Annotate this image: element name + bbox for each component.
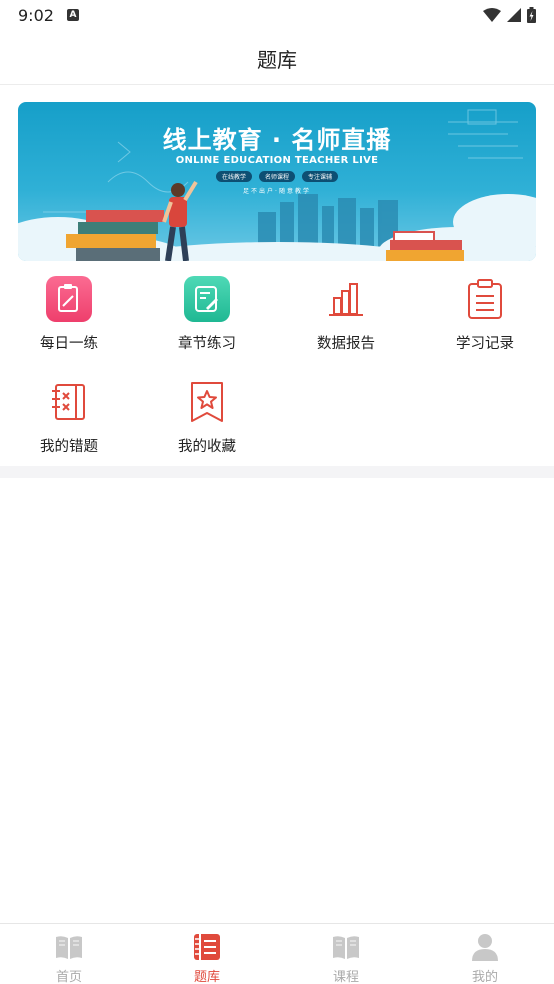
banner-tag: 在线教学	[215, 171, 252, 182]
top-app-bar: 题库	[0, 30, 554, 85]
grid-item-wrong-questions[interactable]: 我的错题	[0, 373, 138, 468]
promo-banner[interactable]: 线上教育 · 名师直播 ONLINE EDUCATION TEACHER LIV…	[18, 102, 536, 261]
grid-item-chapter-practice[interactable]: 章节练习	[138, 270, 276, 365]
tab-label: 题库	[193, 970, 220, 984]
daily-practice-icon	[46, 276, 92, 322]
clipboard-icon	[468, 279, 502, 319]
banner-tags: 在线教学 名师课程 专注课辅	[18, 171, 536, 182]
tab-home[interactable]: 首页	[0, 924, 138, 984]
bookmark-star-icon	[191, 382, 223, 422]
signal-icon	[507, 8, 521, 22]
status-bar: 9:02 A	[0, 0, 554, 30]
notification-icon: A	[67, 9, 79, 21]
course-book-icon	[333, 936, 359, 959]
grid-item-favorites[interactable]: 我的收藏	[138, 373, 276, 468]
grid-item-label: 数据报告	[317, 336, 375, 352]
grid-item-label: 我的错题	[40, 439, 98, 455]
banner-subtitle: ONLINE EDUCATION TEACHER LIVE	[175, 155, 379, 166]
grid-item-label: 学习记录	[456, 336, 514, 352]
banner-tag: 名师课程	[258, 171, 295, 182]
tab-label: 首页	[55, 970, 82, 984]
section-divider	[0, 466, 554, 478]
status-icons	[483, 7, 536, 23]
user-icon	[472, 934, 498, 961]
grid-item-label: 章节练习	[178, 336, 236, 352]
bar-chart-icon	[329, 283, 363, 316]
chapter-practice-icon	[184, 276, 230, 322]
battery-icon	[527, 7, 536, 23]
question-bank-icon	[194, 934, 220, 960]
grid-item-label: 我的收藏	[178, 439, 236, 455]
wrong-questions-icon	[52, 384, 85, 420]
tab-label: 我的	[471, 970, 498, 984]
tab-courses[interactable]: 课程	[277, 924, 415, 984]
status-time: 9:02	[18, 6, 54, 25]
grid-item-label: 每日一练	[40, 336, 98, 352]
tab-question-bank[interactable]: 题库	[138, 924, 276, 984]
banner-caption: 足不出户·随意教学	[243, 188, 311, 195]
bottom-tab-bar: 首页 题库 课程 我的	[0, 923, 554, 984]
wifi-icon	[483, 8, 501, 22]
book-open-icon	[56, 936, 82, 959]
banner-tag: 专注课辅	[302, 171, 339, 182]
tab-label: 课程	[332, 970, 359, 984]
grid-item-daily-practice[interactable]: 每日一练	[0, 270, 138, 365]
grid-item-study-record[interactable]: 学习记录	[416, 270, 554, 365]
grid-item-data-report[interactable]: 数据报告	[277, 270, 415, 365]
tab-profile[interactable]: 我的	[416, 924, 554, 984]
banner-title: 线上教育 · 名师直播	[162, 126, 392, 154]
page-title: 题库	[257, 48, 297, 72]
